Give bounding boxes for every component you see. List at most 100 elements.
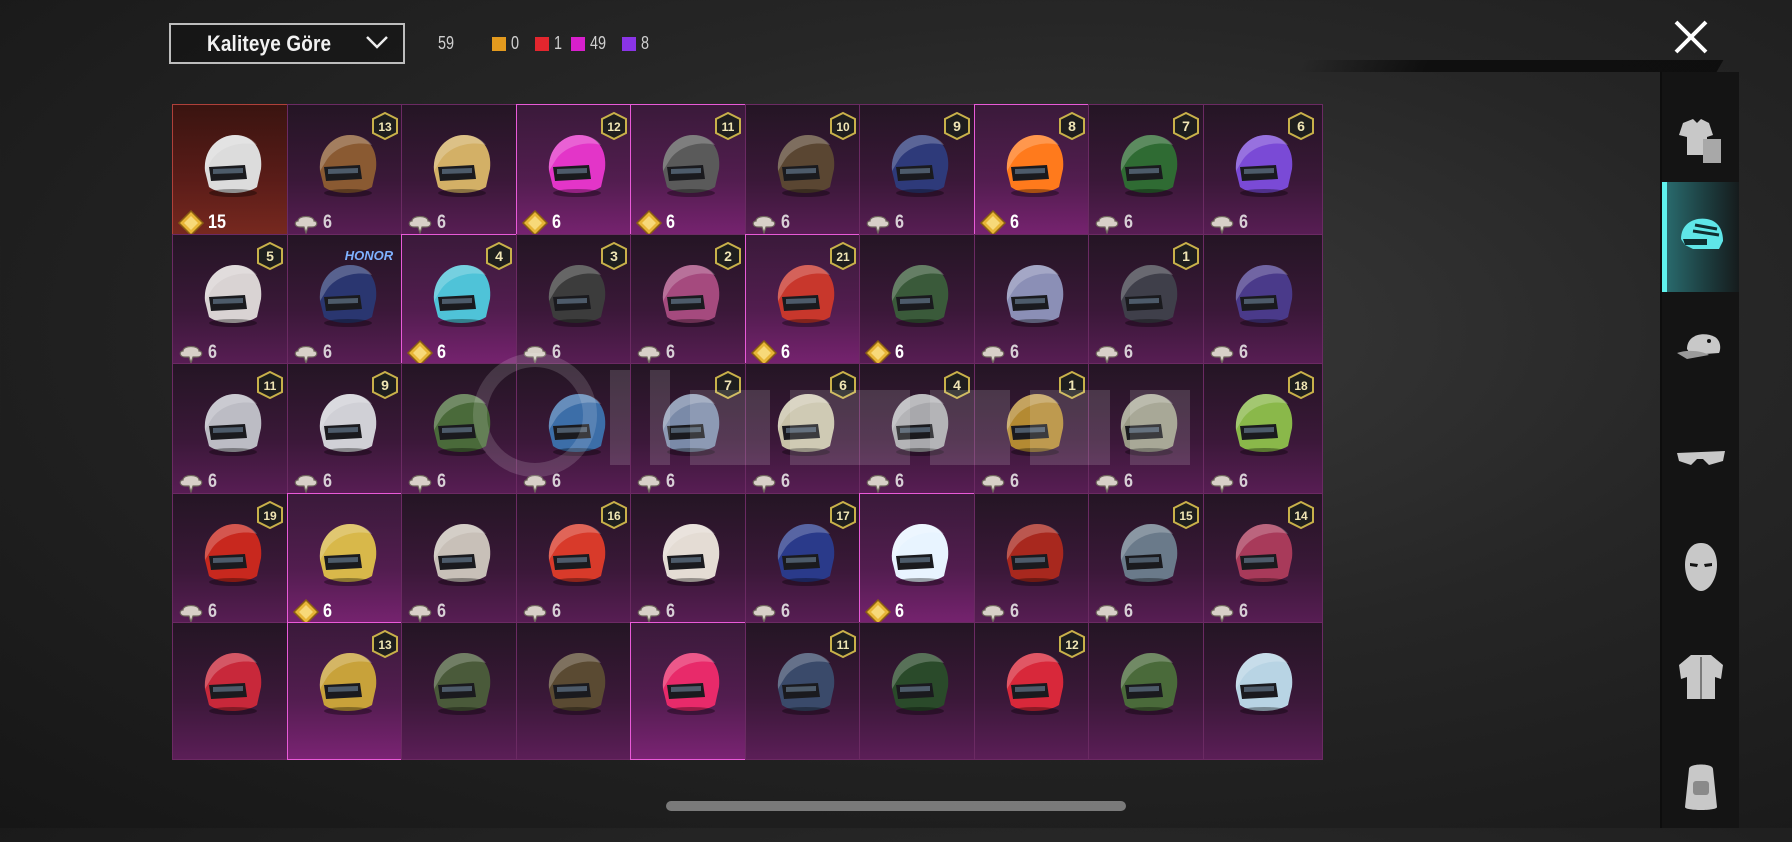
level-badge: 11: [715, 111, 741, 141]
item-tile[interactable]: 6: [287, 493, 407, 631]
level-badge: 13: [372, 111, 398, 141]
item-tile[interactable]: 11 6: [172, 363, 292, 501]
level-badge: 13: [372, 629, 398, 659]
item-tile[interactable]: [630, 622, 750, 760]
quantity-value: 6: [666, 601, 675, 622]
level-badge: 2: [715, 241, 741, 271]
item-quantity: 6: [521, 468, 563, 496]
item-tile[interactable]: HONOR 6: [287, 234, 407, 372]
item-tile[interactable]: 6: [974, 234, 1094, 372]
item-tile[interactable]: 11 6: [630, 104, 750, 242]
pink-square-icon: [571, 36, 585, 51]
item-tile[interactable]: 11: [745, 622, 865, 760]
item-tile[interactable]: 76: [630, 363, 750, 501]
quantity-value: 6: [323, 601, 332, 622]
badge-text: 14: [1294, 509, 1308, 523]
item-tile[interactable]: 66: [745, 363, 865, 501]
item-tile[interactable]: 6: [1203, 234, 1323, 372]
helmet-icon: [548, 653, 606, 715]
gold-token-icon: [177, 209, 205, 237]
item-tile[interactable]: 36: [516, 234, 636, 372]
item-tile[interactable]: 46: [401, 234, 521, 372]
item-quantity: 6: [406, 209, 448, 237]
item-tile[interactable]: 76: [1088, 104, 1208, 242]
sidebar-item-backpack[interactable]: [1662, 732, 1739, 842]
item-tile[interactable]: 86: [974, 104, 1094, 242]
sidebar-item-jacket[interactable]: [1662, 622, 1739, 732]
item-tile[interactable]: 6: [401, 363, 521, 501]
item-tile[interactable]: 14 6: [1203, 493, 1323, 631]
item-quantity: 6: [1093, 209, 1135, 237]
sidebar-item-cap[interactable]: [1662, 292, 1739, 402]
close-icon[interactable]: [1668, 14, 1714, 60]
badge-text: 17: [836, 509, 850, 523]
item-tile[interactable]: 6: [974, 493, 1094, 631]
item-tile[interactable]: 6: [401, 493, 521, 631]
item-tile[interactable]: [172, 622, 292, 760]
item-tile[interactable]: 66: [1203, 104, 1323, 242]
helmet-icon: [1680, 218, 1723, 249]
silver-token-icon: [981, 474, 1005, 494]
item-tile[interactable]: 16: [974, 363, 1094, 501]
level-badge: 4: [486, 241, 512, 271]
item-tile[interactable]: 21 6: [745, 234, 865, 372]
helmet-icon: [1235, 653, 1293, 715]
sidebar-item-glasses[interactable]: [1662, 402, 1739, 512]
helmet-icon: [433, 653, 491, 715]
helmet-icon: [433, 394, 491, 456]
quantity-value: 6: [895, 212, 904, 233]
item-tile[interactable]: 12 6: [516, 104, 636, 242]
item-tile[interactable]: 6: [630, 493, 750, 631]
item-tile[interactable]: 26: [630, 234, 750, 372]
badge-text: 7: [1182, 118, 1190, 134]
quantity-value: 6: [895, 601, 904, 622]
item-tile[interactable]: 13: [287, 622, 407, 760]
sidebar-item-helmet[interactable]: [1662, 182, 1739, 292]
item-tile[interactable]: 6: [1088, 363, 1208, 501]
sidebar-item-outfit[interactable]: [1662, 86, 1739, 196]
item-tile[interactable]: 10 6: [745, 104, 865, 242]
item-quantity: 6: [177, 468, 219, 496]
helmet-icon: [662, 524, 720, 586]
quantity-value: 6: [437, 471, 446, 492]
badge-text: 3: [610, 248, 618, 264]
sort-dropdown[interactable]: Kaliteye Göre: [169, 23, 405, 64]
item-tile[interactable]: 6: [516, 363, 636, 501]
item-tile[interactable]: 6: [401, 104, 521, 242]
item-tile[interactable]: 16 6: [516, 493, 636, 631]
sidebar-item-mask[interactable]: [1662, 512, 1739, 622]
horizontal-scrollbar[interactable]: [666, 801, 1126, 811]
item-tile[interactable]: [1203, 622, 1323, 760]
item-tile[interactable]: [401, 622, 521, 760]
jacket-icon: [1678, 655, 1723, 699]
item-tile[interactable]: [516, 622, 636, 760]
item-quantity: 6: [1208, 209, 1250, 237]
gold-token-icon: [635, 209, 663, 237]
level-badge: 18: [1288, 370, 1314, 400]
purple-square-icon: [622, 36, 636, 51]
item-tile[interactable]: 96: [287, 363, 407, 501]
item-tile[interactable]: 15: [172, 104, 292, 242]
item-tile[interactable]: [1088, 622, 1208, 760]
item-tile[interactable]: 18 6: [1203, 363, 1323, 501]
badge-text: 11: [837, 638, 850, 652]
item-tile[interactable]: 96: [859, 104, 979, 242]
quantity-value: 6: [437, 601, 446, 622]
item-tile[interactable]: 6: [859, 234, 979, 372]
item-tile[interactable]: 6: [859, 493, 979, 631]
item-tile[interactable]: 19 6: [172, 493, 292, 631]
item-tile[interactable]: [859, 622, 979, 760]
item-tile[interactable]: 46: [859, 363, 979, 501]
item-tile[interactable]: 17 6: [745, 493, 865, 631]
silver-token-icon: [179, 474, 203, 494]
badge-text: 4: [495, 248, 503, 264]
item-tile[interactable]: 16: [1088, 234, 1208, 372]
badge-text: 4: [953, 377, 961, 393]
item-tile[interactable]: 13 6: [287, 104, 407, 242]
item-tile[interactable]: 12: [974, 622, 1094, 760]
quality-count-red: 1: [535, 33, 564, 54]
item-quantity: 6: [864, 209, 906, 237]
item-tile[interactable]: 15 6: [1088, 493, 1208, 631]
quantity-value: 6: [1124, 342, 1133, 363]
item-tile[interactable]: 56: [172, 234, 292, 372]
